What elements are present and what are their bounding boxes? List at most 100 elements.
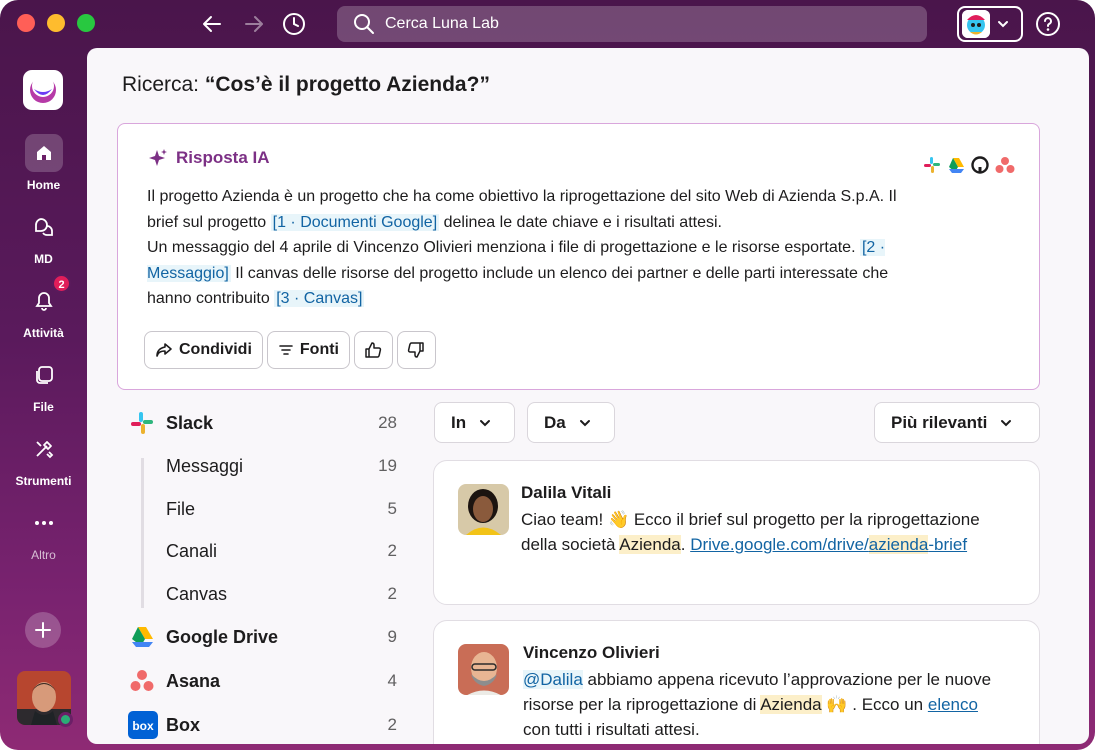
result-text-part: . Ecco un [847,695,928,714]
minimize-window-button[interactable] [47,14,65,32]
zoom-window-button[interactable] [77,14,95,32]
thumbs-down-button[interactable] [396,331,436,369]
source-count: 4 [387,671,397,690]
source-item-channels[interactable]: Canali 2 [127,537,397,565]
source-name: File [166,498,196,519]
history-clock-icon[interactable] [281,11,307,37]
sources-label: Fonti [299,341,339,358]
chevron-down-icon [480,419,491,426]
from-filter-dropdown[interactable]: Da [527,402,615,443]
source-count: 2 [387,541,397,560]
source-count: 9 [387,627,397,646]
list-link[interactable]: elenco [928,695,978,714]
rail-label-home: Home [26,178,61,192]
plus-icon [35,622,51,638]
user-mention[interactable]: @Dalila [523,670,583,689]
close-window-button[interactable] [17,14,35,32]
source-count: 28 [378,413,397,432]
citation-link-3[interactable]: [3 · Canvas] [274,290,365,307]
in-filter-dropdown[interactable]: In [434,402,515,443]
share-button[interactable]: Condividi [144,331,263,369]
source-count: 19 [378,456,397,475]
chevron-down-icon [998,21,1008,28]
search-result-card[interactable]: Dalila Vitali Ciao team! 👋 Ecco il brief… [433,460,1040,605]
source-count: 2 [387,584,397,603]
source-item-messages[interactable]: Messaggi 19 [127,452,397,480]
ai-text-part-2: delinea le date chiave e i risultati att… [439,213,722,231]
result-message: @Dalila abbiamo appena ricevuto l’approv… [523,667,1003,742]
ai-text-part-3: Un messaggio del 4 aprile di Vincenzo Ol… [147,239,860,256]
ai-text-part-4: Il canvas delle risorse del progetto inc… [147,264,889,308]
ai-answer-title: Risposta IA [176,148,270,167]
rail-item-dm[interactable]: MD [0,208,87,266]
share-arrow-icon [156,343,172,357]
rail-item-home[interactable]: Home [0,134,87,192]
slack-icon [924,157,940,173]
drive-link-part: -brief [928,535,968,554]
direct-messages-icon [25,208,63,246]
rail-item-tools[interactable]: Strumenti [0,430,87,488]
asana-icon [130,670,154,691]
share-label: Condividi [179,341,252,358]
workspace-switcher[interactable] [957,6,1023,42]
filter-lines-icon [279,345,293,355]
rail-item-more[interactable]: Altro [0,504,87,562]
in-filter-label: In [451,412,467,432]
query-text: “Cos’è il progetto Azienda?” [204,73,490,96]
home-icon [24,134,63,172]
search-highlight: azienda [868,535,929,554]
slack-icon [131,412,153,434]
tools-icon [25,430,63,468]
source-count: 2 [387,715,397,734]
result-author[interactable]: Vincenzo Olivieri [523,643,660,663]
sources-button[interactable]: Fonti [266,331,350,369]
avatar [458,484,509,535]
rail-item-activity[interactable]: 2 Attività [0,274,87,340]
source-item-slack[interactable]: Slack 28 [127,409,397,437]
waving-hand-emoji: 👋 [607,510,630,529]
activity-badge: 2 [52,274,71,293]
asana-icon [995,157,1015,173]
source-item-box[interactable]: box Box 2 [127,711,397,739]
avatar [458,644,509,695]
sparkle-icon [149,149,167,166]
sort-label: Più rilevanti [891,412,988,432]
result-author[interactable]: Dalila Vitali [521,483,611,503]
ai-answer-body: Il progetto Azienda è un progetto che ha… [147,184,927,312]
source-name: Canali [166,540,218,561]
source-item-asana[interactable]: Asana 4 [127,667,397,695]
sub-items-divider [141,458,144,608]
add-button[interactable] [25,612,61,648]
sort-dropdown[interactable]: Più rilevanti [874,402,1040,443]
source-item-canvas[interactable]: Canvas 2 [127,580,397,608]
rail-label-files: File [33,400,54,414]
drive-link-part: Drive.google.com/drive/ [690,535,869,554]
raising-hands-emoji: 🙌 [826,695,848,714]
query-prefix: Ricerca: [122,73,200,96]
search-highlight: Azienda [760,695,822,714]
source-name: Slack [166,412,214,433]
source-name: Box [166,714,201,735]
help-icon[interactable] [1035,11,1061,37]
workspace-logo[interactable] [23,70,63,110]
forward-arrow-icon[interactable] [241,11,267,37]
chevron-down-icon [1001,419,1012,426]
search-result-card[interactable]: Vincenzo Olivieri @Dalila abbiamo appena… [433,620,1040,744]
ai-source-icons [923,156,1015,174]
drive-link[interactable]: Drive.google.com/drive/azienda-brief [690,535,967,554]
result-text-part: Ciao team! [521,510,608,529]
google-drive-icon [132,627,153,647]
rail-item-files[interactable]: File [0,356,87,414]
search-input[interactable]: Cerca Luna Lab [337,6,927,42]
left-rail: Home MD 2 Attività File Strumenti Altro [0,48,87,750]
citation-link-1[interactable]: [1 · Documenti Google] [270,213,440,231]
from-filter-label: Da [544,412,566,432]
source-item-files[interactable]: File 5 [127,495,397,523]
back-arrow-icon[interactable] [199,11,225,37]
workspace-avatar [962,10,990,38]
source-item-google-drive[interactable]: Google Drive 9 [127,623,397,651]
google-drive-icon [949,158,964,173]
thumbs-up-button[interactable] [353,331,393,369]
rail-label-more: Altro [31,548,56,562]
result-message: Ciao team! 👋 Ecco il brief sul progetto … [521,507,1001,557]
